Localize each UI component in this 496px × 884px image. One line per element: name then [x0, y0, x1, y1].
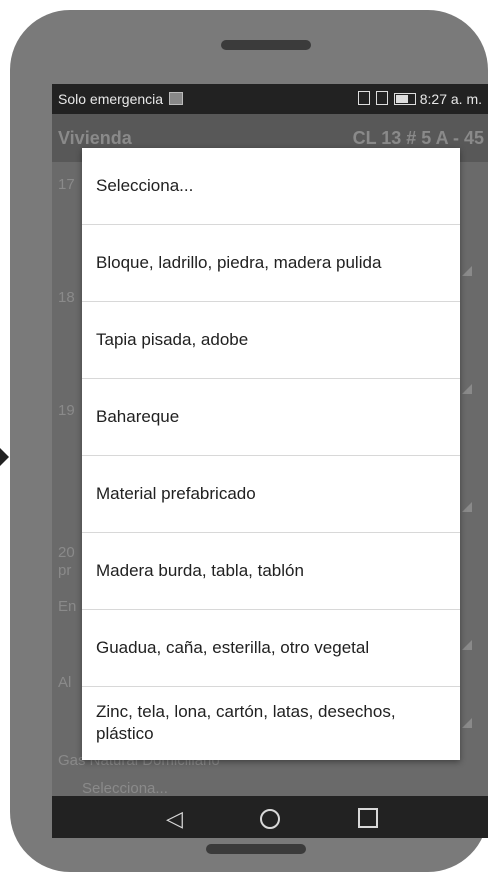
phone-frame: Solo emergencia 8:27 a. m. Vivienda CL 1…: [10, 10, 488, 872]
status-left: Solo emergencia: [58, 91, 184, 107]
option-label: Zinc, tela, lona, cartón, latas, desecho…: [96, 702, 396, 743]
status-bar: Solo emergencia 8:27 a. m.: [52, 84, 488, 114]
battery-icon: [393, 93, 416, 105]
bg-dropdown-caret-icon: [462, 718, 472, 728]
vibrate-icon: [357, 91, 370, 105]
screen: Solo emergencia 8:27 a. m. Vivienda CL 1…: [52, 84, 488, 838]
navigation-bar: ◁: [52, 796, 488, 838]
speaker-grille: [221, 40, 311, 50]
recents-icon[interactable]: [358, 808, 378, 828]
clock: 8:27 a. m.: [419, 91, 482, 107]
divider: [82, 686, 460, 687]
option-material-prefabricado[interactable]: Material prefabricado: [82, 456, 460, 532]
option-bloque-ladrillo[interactable]: Bloque, ladrillo, piedra, madera pulida: [82, 225, 460, 301]
home-bar: [206, 844, 306, 854]
material-select-dialog: Selecciona... Bloque, ladrillo, piedra, …: [82, 148, 460, 760]
bg-dropdown-caret-icon: [462, 266, 472, 276]
option-label: Tapia pisada, adobe: [96, 330, 249, 349]
option-label: Material prefabricado: [96, 484, 256, 503]
back-icon[interactable]: ◁: [166, 806, 183, 832]
bg-question-number: 18: [58, 289, 75, 306]
address-label: CL 13 # 5 A - 45: [352, 128, 484, 148]
bg-dropdown-caret-icon: [462, 502, 472, 512]
bg-question-label: En: [58, 598, 77, 615]
option-selecciona[interactable]: Selecciona...: [82, 148, 460, 224]
option-label: Bloque, ladrillo, piedra, madera pulida: [96, 253, 382, 272]
option-tapia-pisada[interactable]: Tapia pisada, adobe: [82, 302, 460, 378]
bg-dropdown-caret-icon: [462, 384, 472, 394]
option-guadua[interactable]: Guadua, caña, esterilla, otro vegetal: [82, 610, 460, 686]
home-icon[interactable]: [260, 809, 280, 829]
option-madera-burda[interactable]: Madera burda, tabla, tablón: [82, 533, 460, 609]
option-bahareque[interactable]: Bahareque: [82, 379, 460, 455]
bg-question-number: 19: [58, 402, 75, 419]
status-right: 8:27 a. m.: [357, 91, 482, 107]
rotate-icon: [375, 91, 388, 105]
option-label: Guadua, caña, esterilla, otro vegetal: [96, 638, 370, 657]
pointer-arrow-icon: [0, 448, 9, 466]
option-zinc-tela[interactable]: Zinc, tela, lona, cartón, latas, desecho…: [82, 701, 460, 757]
bg-question-number: 20: [58, 544, 75, 561]
bg-question-label: Al: [58, 674, 72, 691]
sim-icon: [169, 92, 184, 105]
bg-dropdown-caret-icon: [462, 640, 472, 650]
bg-dropdown-value: Selecciona...: [82, 780, 168, 797]
bg-question-label: pr: [58, 562, 72, 579]
bg-question-number: 17: [58, 176, 75, 193]
carrier-text: Solo emergencia: [58, 91, 164, 107]
page-title: Vivienda: [58, 128, 132, 148]
option-label: Selecciona...: [96, 176, 194, 195]
option-label: Bahareque: [96, 407, 180, 426]
option-label: Madera burda, tabla, tablón: [96, 561, 304, 580]
